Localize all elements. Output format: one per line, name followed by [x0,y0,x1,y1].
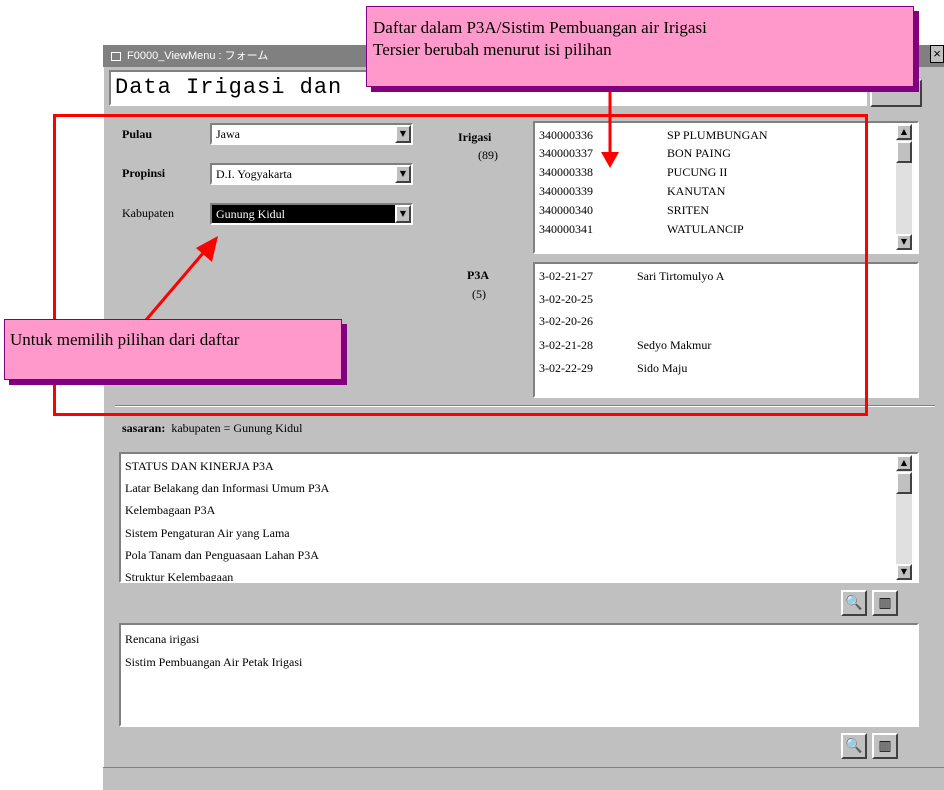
top-arrow-head [601,152,619,168]
callout-top-line2: Tersier berubah menurut isi pilihan [373,40,612,59]
callout-top: Daftar dalam P3A/Sistim Pembuangan air I… [366,6,914,87]
callout-top-line1: Daftar dalam P3A/Sistim Pembuangan air I… [373,18,707,37]
callout-left: Untuk memilih pilihan dari daftar [4,319,342,380]
annotation-arrows [144,87,619,321]
left-arrow-line [144,244,212,321]
